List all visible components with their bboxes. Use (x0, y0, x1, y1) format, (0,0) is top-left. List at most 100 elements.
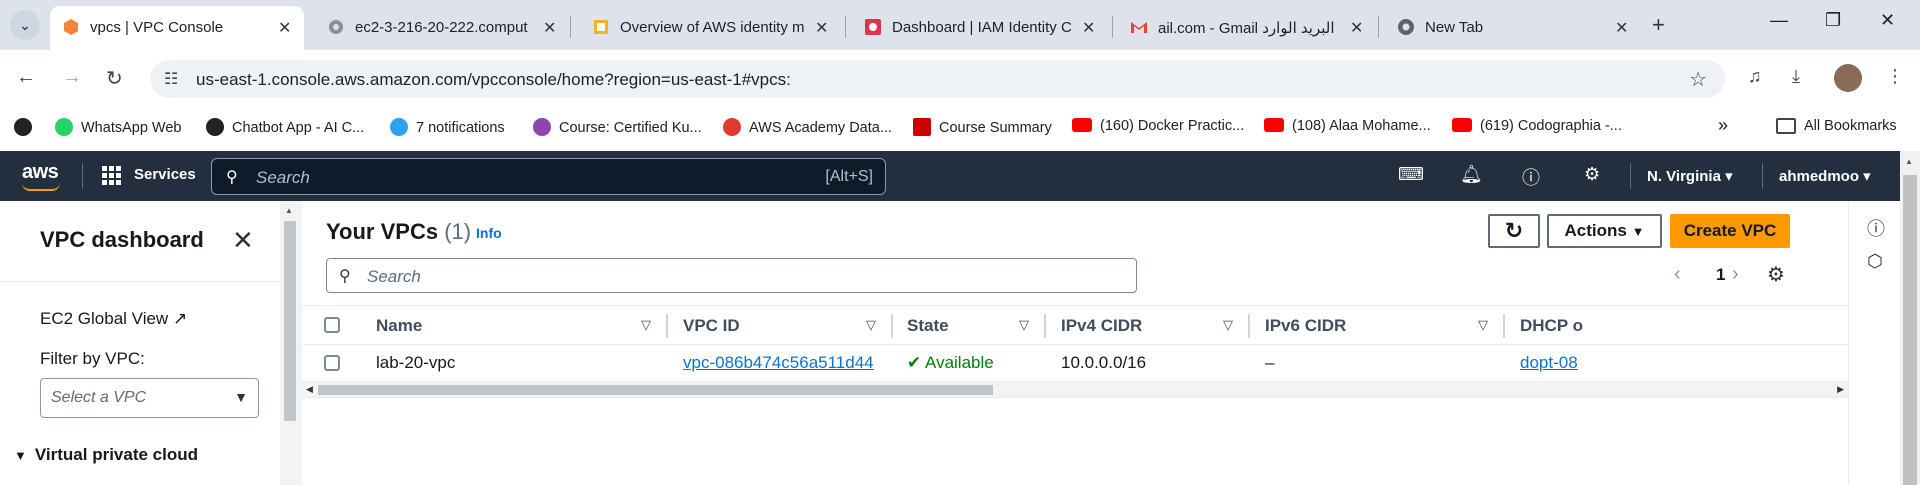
close-window-icon[interactable]: ✕ (1880, 10, 1895, 31)
sort-icon[interactable]: ▽ (1019, 317, 1029, 333)
media-controls-icon[interactable]: ♫ (1748, 66, 1762, 87)
minimize-icon[interactable]: — (1770, 10, 1788, 31)
sort-icon[interactable]: ▽ (1478, 317, 1488, 333)
scrollbar-thumb[interactable] (318, 385, 993, 395)
tab-title: Dashboard | IAM Identity C (892, 19, 1072, 36)
services-menu[interactable]: Services (134, 166, 196, 183)
new-tab-button[interactable]: + (1652, 12, 1665, 38)
tab-vpc-console[interactable]: vpcs | VPC Console ✕ (50, 6, 304, 50)
scroll-up-icon[interactable]: ▲ (1905, 157, 1913, 166)
scrollbar-thumb[interactable] (284, 221, 296, 421)
sidebar-item-ec2-global-view[interactable]: EC2 Global View ↗ (40, 309, 187, 329)
help-icon[interactable]: ⓘ (1522, 164, 1540, 190)
column-header-ipv4-cidr[interactable]: IPv4 CIDR (1061, 316, 1142, 336)
close-tab-icon[interactable]: ✕ (1082, 18, 1095, 38)
create-vpc-button[interactable]: Create VPC (1670, 214, 1790, 248)
settings-gear-icon[interactable]: ⚙ (1584, 164, 1600, 185)
column-header-vpc-id[interactable]: VPC ID (683, 316, 740, 336)
bookmark-item[interactable]: (160) Docker Practic... (1072, 118, 1244, 134)
close-tab-icon[interactable]: ✕ (543, 18, 556, 38)
back-icon[interactable]: ← (16, 66, 36, 89)
forward-icon[interactable]: → (62, 66, 82, 89)
bookmark-item[interactable]: AWS Academy Data... (723, 118, 892, 136)
more-bookmarks-icon[interactable]: » (1718, 115, 1728, 136)
avatar[interactable] (1834, 64, 1862, 92)
tab-divider (570, 16, 571, 38)
tab-ec2-instance[interactable]: ec2-3-216-20-222.comput ✕ (315, 6, 565, 50)
notifications-bell-icon[interactable]: 🔔︎ (1460, 164, 1483, 185)
scrollbar-thumb[interactable] (1903, 175, 1917, 485)
close-tab-icon[interactable]: ✕ (815, 18, 828, 38)
row-checkbox[interactable] (324, 355, 340, 371)
account-menu[interactable]: ahmedmoo ▾ (1779, 167, 1871, 185)
sidebar-section-virtual-private-cloud[interactable]: ▼ Virtual private cloud (14, 445, 198, 465)
table-horizontal-scrollbar[interactable]: ◀ ▶ (302, 381, 1848, 397)
column-header-state[interactable]: State (907, 316, 949, 336)
sidebar-scrollbar[interactable]: ▲ (280, 201, 300, 485)
bookmark-item[interactable]: (108) Alaa Mohame... (1264, 118, 1431, 134)
tab-new-tab[interactable]: New Tab ✕ (1385, 6, 1643, 50)
close-tab-icon[interactable]: ✕ (1350, 18, 1363, 38)
column-header-ipv6-cidr[interactable]: IPv6 CIDR (1265, 316, 1346, 336)
table-search-input[interactable]: ⚲ Search (326, 258, 1137, 293)
all-bookmarks[interactable]: All Bookmarks (1776, 118, 1897, 134)
bookmark-item[interactable]: WhatsApp Web (55, 118, 181, 136)
download-icon[interactable]: ⤓ (1792, 66, 1800, 87)
youtube-icon (1264, 118, 1284, 132)
services-grid-icon[interactable] (102, 166, 122, 186)
tab-search-button[interactable]: ⌄ (10, 10, 40, 40)
dhcp-options-link[interactable]: dopt-08 (1520, 353, 1578, 373)
page-number[interactable]: 1 (1716, 265, 1725, 285)
refresh-button[interactable]: ↻ (1488, 214, 1540, 248)
page-title: Your VPCs (1) (326, 219, 472, 244)
bookmark-item[interactable]: 7 notifications (390, 118, 505, 136)
tab-aws-identity[interactable]: Overview of AWS identity m ✕ (580, 6, 835, 50)
cloudshell-icon[interactable]: ⌨ (1398, 164, 1424, 185)
column-resizer[interactable] (1503, 314, 1505, 338)
tab-gmail[interactable]: ail.com - Gmail البريد الوارد ✕ (1118, 6, 1373, 50)
select-all-checkbox[interactable] (324, 317, 340, 333)
vpc-filter-select[interactable]: Select a VPC ▼ (40, 378, 259, 418)
info-link[interactable]: Info (476, 225, 502, 241)
sort-icon[interactable]: ▽ (866, 317, 876, 333)
bookmark-item[interactable]: Course: Certified Ku... (533, 118, 702, 136)
reload-icon[interactable]: ↻ (106, 66, 123, 91)
vpc-id-link[interactable]: vpc-086b474c56a511d44 (683, 353, 874, 373)
aws-logo[interactable]: aws (22, 161, 60, 191)
column-resizer[interactable] (891, 314, 893, 338)
hexagon-panel-icon[interactable]: ⬡ (1867, 251, 1883, 272)
column-header-name[interactable]: Name (376, 316, 422, 336)
column-resizer[interactable] (666, 314, 668, 338)
close-tab-icon[interactable]: ✕ (278, 18, 291, 38)
column-header-dhcp[interactable]: DHCP o (1520, 316, 1583, 336)
actions-button[interactable]: Actions ▼ (1547, 214, 1662, 248)
tab-iam-identity-center[interactable]: Dashboard | IAM Identity C ✕ (852, 6, 1107, 50)
column-resizer[interactable] (1044, 314, 1046, 338)
bookmark-home[interactable] (14, 118, 32, 136)
table-row[interactable]: lab-20-vpc vpc-086b474c56a511d44 ✔︎ Avai… (302, 345, 1848, 381)
close-icon[interactable]: ✕ (232, 225, 254, 256)
region-selector[interactable]: N. Virginia ▾ (1647, 167, 1733, 185)
scroll-left-icon[interactable]: ◀ (306, 384, 313, 395)
close-tab-icon[interactable]: ✕ (1615, 18, 1628, 38)
scroll-up-icon[interactable]: ▲ (285, 206, 293, 215)
bookmark-item[interactable]: Course Summary (913, 118, 1052, 136)
page-scrollbar[interactable]: ▲ (1900, 151, 1920, 485)
site-settings-icon[interactable]: ☷ (164, 69, 178, 89)
scroll-right-icon[interactable]: ▶ (1837, 384, 1844, 395)
address-bar[interactable]: ☷ us-east-1.console.aws.amazon.com/vpcco… (150, 60, 1725, 98)
bookmark-item[interactable]: Chatbot App - AI C... (206, 118, 364, 136)
bookmark-star-icon[interactable]: ☆ (1689, 67, 1707, 92)
prev-page-icon[interactable]: ‹ (1674, 263, 1681, 286)
bookmark-item[interactable]: (619) Codographia -... (1452, 118, 1622, 134)
tab-divider (1112, 16, 1113, 38)
next-page-icon[interactable]: › (1732, 263, 1739, 286)
column-resizer[interactable] (1248, 314, 1250, 338)
restore-icon[interactable]: ❐ (1825, 10, 1841, 31)
more-menu-icon[interactable]: ⋮ (1886, 66, 1904, 87)
sort-icon[interactable]: ▽ (1223, 317, 1233, 333)
sort-icon[interactable]: ▽ (641, 317, 651, 333)
aws-search-input[interactable]: ⚲ Search [Alt+S] (211, 158, 886, 195)
table-settings-gear-icon[interactable]: ⚙ (1767, 262, 1785, 287)
info-panel-icon[interactable]: ⓘ (1867, 215, 1885, 241)
